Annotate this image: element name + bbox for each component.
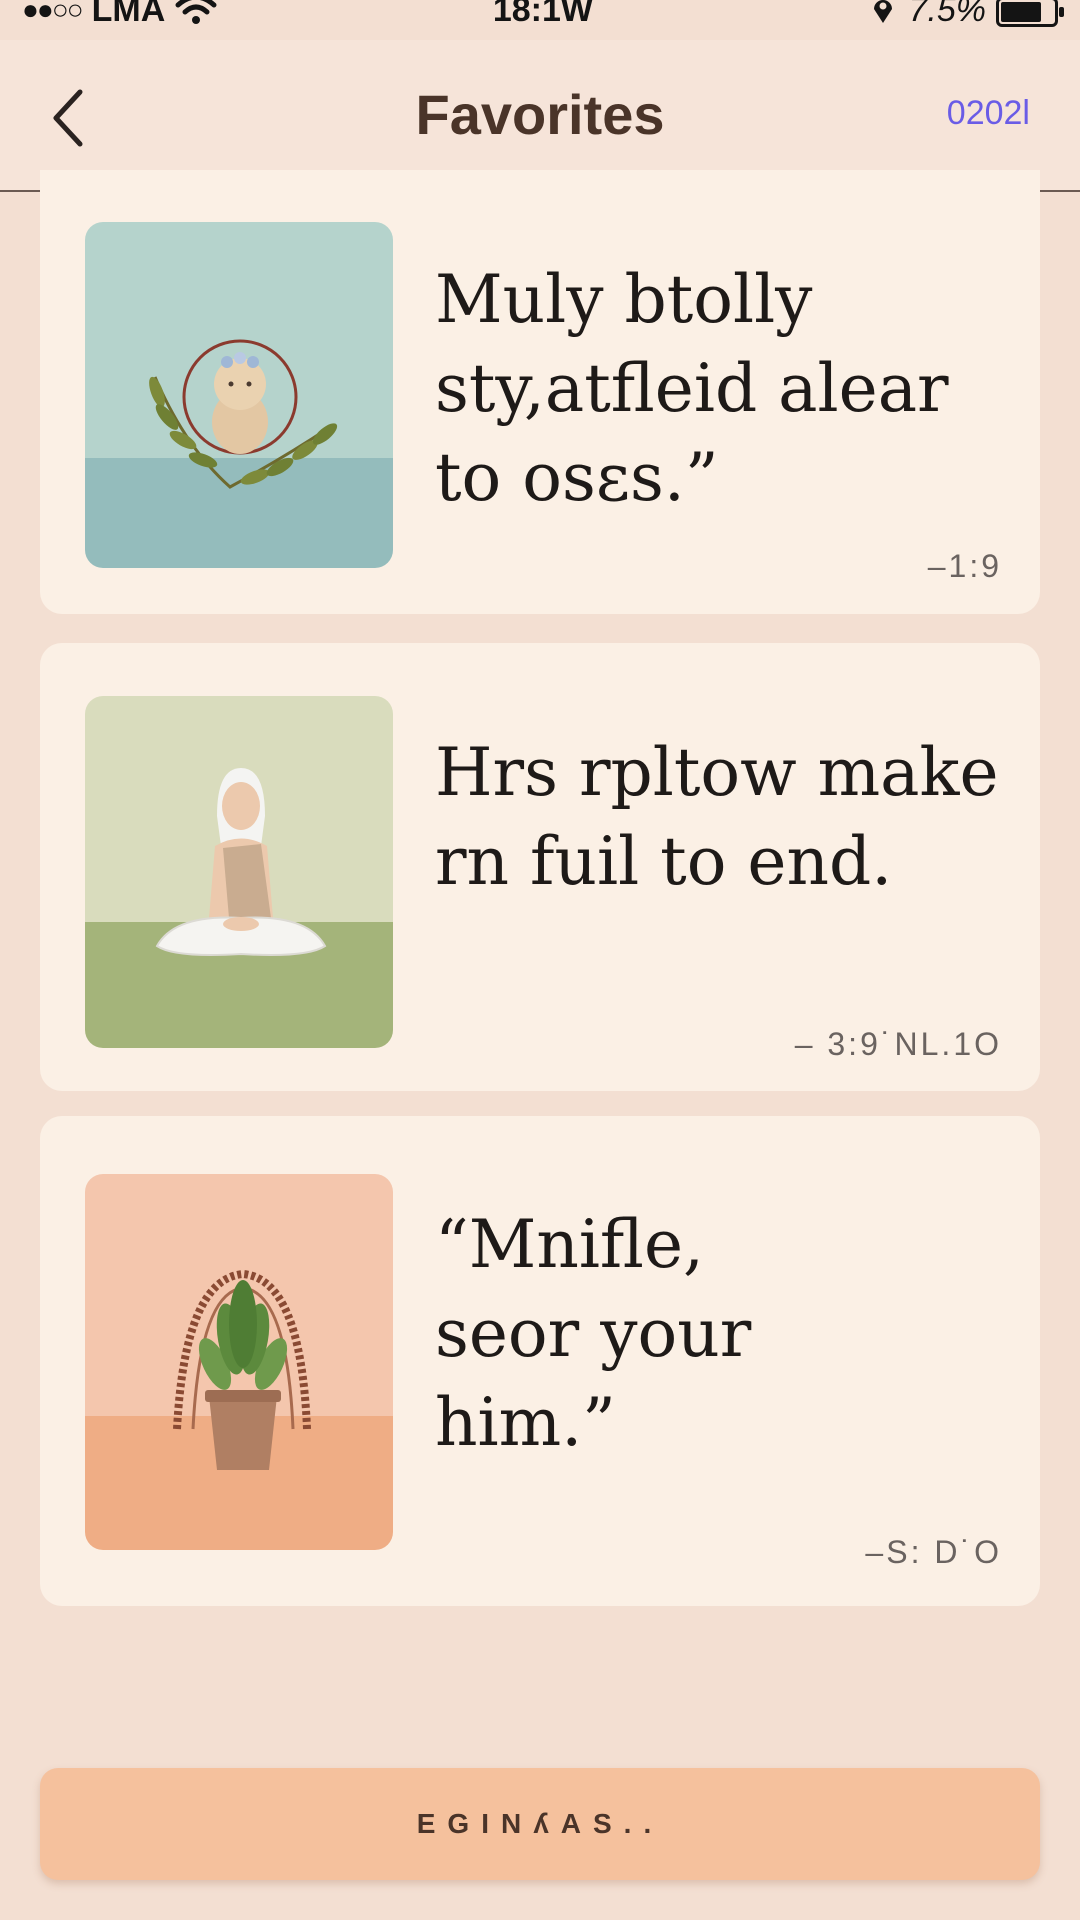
wifi-icon bbox=[175, 0, 217, 24]
bottom-action-button[interactable]: EGINʎAS.. bbox=[40, 1768, 1040, 1880]
status-left: ●●○○ LMA bbox=[22, 0, 217, 30]
quote-text: “Mnifle, seor your him.” bbox=[435, 1200, 1015, 1467]
thumb-bg-bottom bbox=[85, 458, 393, 568]
quote-line: rn fuil to end. bbox=[435, 823, 893, 900]
meditating-figure-illustration bbox=[85, 696, 393, 1048]
location-icon bbox=[874, 0, 893, 23]
quote-line: Hrs rpltow make bbox=[435, 734, 999, 811]
quote-attribution: –1:9 bbox=[927, 548, 1002, 584]
page-title: Favorites bbox=[415, 83, 665, 146]
quote-line: “Mnifle, bbox=[435, 1206, 704, 1283]
quote-line: him.” bbox=[435, 1384, 616, 1461]
signal-strength-icon: ●●○○ bbox=[22, 0, 84, 25]
wreath-mirror-illustration bbox=[85, 222, 393, 568]
hanging-plant-illustration bbox=[85, 1174, 393, 1550]
quote-text: Muly btolly sty,atfleid alear to osεs.” bbox=[435, 255, 1015, 522]
battery-icon bbox=[995, 0, 1064, 27]
quote-attribution: –S: D˙O bbox=[865, 1534, 1002, 1570]
carrier-label: LMA bbox=[91, 0, 166, 29]
quote-line: sty,atfleid alear bbox=[435, 350, 949, 427]
lion-figure-icon bbox=[212, 352, 268, 454]
quote-attribution: – 3:9˙NL.1O bbox=[794, 1026, 1002, 1062]
favorite-card[interactable]: Muly btolly sty,atfleid alear to osεs.” … bbox=[40, 170, 1040, 614]
status-bar: ●●○○ LMA 18:1W 7.5% bbox=[0, 0, 1080, 40]
status-time: 18:1W bbox=[492, 0, 593, 29]
battery-percent: 7.5% bbox=[908, 0, 986, 29]
quote-line: seor your bbox=[435, 1295, 752, 1372]
favorite-card[interactable]: Hrs rpltow make rn fuil to end. – 3:9˙NL… bbox=[40, 643, 1040, 1091]
favorite-card[interactable]: “Mnifle, seor your him.” –S: D˙O bbox=[40, 1116, 1040, 1606]
status-right: 7.5% bbox=[868, 0, 1064, 30]
quote-line: to osεs.” bbox=[435, 439, 719, 516]
quote-text: Hrs rpltow make rn fuil to end. bbox=[435, 728, 1015, 906]
nav-action-button[interactable]: 0202l bbox=[947, 94, 1030, 133]
quote-line: Muly btolly bbox=[435, 261, 813, 338]
flower-pot-icon bbox=[205, 1390, 281, 1470]
